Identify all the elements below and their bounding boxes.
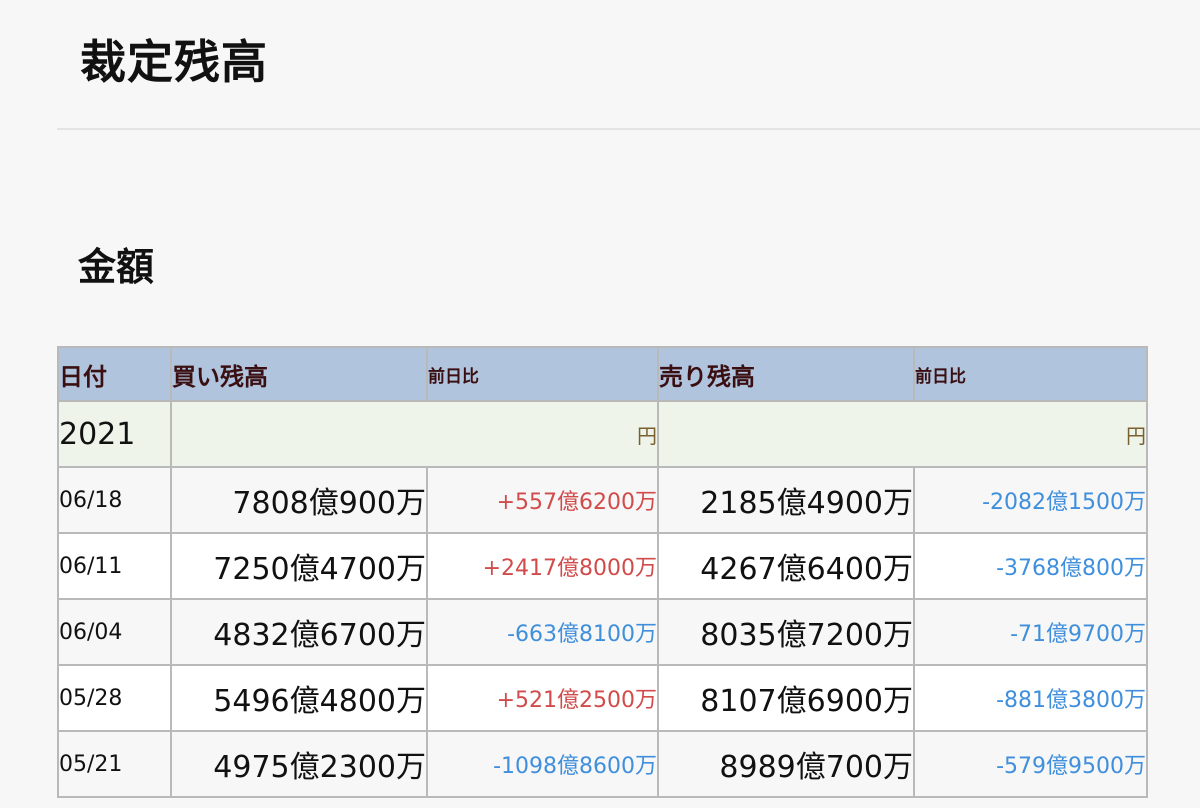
page: 裁定残高 金額 日付 買い残高 前日比 売り残高 前日比 2021 円 円 06… — [0, 0, 1200, 808]
sell-balance-cell: 4267億6400万 — [657, 532, 915, 600]
sell-change-cell: -2082億1500万 — [913, 466, 1148, 534]
buy-change-cell: -1098億8600万 — [426, 730, 659, 798]
sell-balance-cell: 2185億4900万 — [657, 466, 915, 534]
header-date: 日付 — [57, 346, 172, 402]
buy-balance-cell: 4975億2300万 — [170, 730, 428, 798]
header-buy-balance: 買い残高 — [170, 346, 428, 402]
table-row: 05/28 5496億4800万 +521億2500万 8107億6900万 -881億… — [57, 664, 1148, 732]
buy-balance-cell: 5496億4800万 — [170, 664, 428, 732]
year-row: 2021 円 円 — [57, 400, 1148, 468]
buy-change-cell: +2417億8000万 — [426, 532, 659, 600]
year-cell: 2021 — [57, 400, 172, 468]
table-row: 06/18 7808億900万 +557億6200万 2185億4900万 -2082億… — [57, 466, 1148, 534]
title-divider — [57, 128, 1200, 130]
buy-balance-cell: 7808億900万 — [170, 466, 428, 534]
section-title: 金額 — [78, 245, 155, 289]
table-row: 06/04 4832億6700万 -663億8100万 8035億7200万 -71億9… — [57, 598, 1148, 666]
date-cell: 06/04 — [57, 598, 172, 666]
sell-change-cell: -579億9500万 — [913, 730, 1148, 798]
buy-balance-cell: 4832億6700万 — [170, 598, 428, 666]
table-row: 06/11 7250億4700万 +2417億8000万 4267億6400万 -376… — [57, 532, 1148, 600]
buy-balance-cell: 7250億4700万 — [170, 532, 428, 600]
sell-change-cell: -3768億800万 — [913, 532, 1148, 600]
table-row: 05/21 4975億2300万 -1098億8600万 8989億700万 -579億… — [57, 730, 1148, 798]
date-cell: 05/21 — [57, 730, 172, 798]
table-header-row: 日付 買い残高 前日比 売り残高 前日比 — [57, 346, 1148, 402]
sell-change-cell: -71億9700万 — [913, 598, 1148, 666]
sell-unit-cell: 円 — [657, 400, 1148, 468]
buy-change-cell: -663億8100万 — [426, 598, 659, 666]
sell-balance-cell: 8989億700万 — [657, 730, 915, 798]
sell-change-cell: -881億3800万 — [913, 664, 1148, 732]
buy-change-cell: +557億6200万 — [426, 466, 659, 534]
header-buy-change: 前日比 — [426, 346, 659, 402]
header-sell-change: 前日比 — [913, 346, 1148, 402]
balance-table: 日付 買い残高 前日比 売り残高 前日比 2021 円 円 06/18 7808億… — [57, 346, 1148, 798]
date-cell: 05/28 — [57, 664, 172, 732]
sell-balance-cell: 8035億7200万 — [657, 598, 915, 666]
date-cell: 06/18 — [57, 466, 172, 534]
sell-balance-cell: 8107億6900万 — [657, 664, 915, 732]
buy-change-cell: +521億2500万 — [426, 664, 659, 732]
buy-unit-cell: 円 — [170, 400, 659, 468]
date-cell: 06/11 — [57, 532, 172, 600]
page-title: 裁定残高 — [80, 35, 268, 89]
header-sell-balance: 売り残高 — [657, 346, 915, 402]
